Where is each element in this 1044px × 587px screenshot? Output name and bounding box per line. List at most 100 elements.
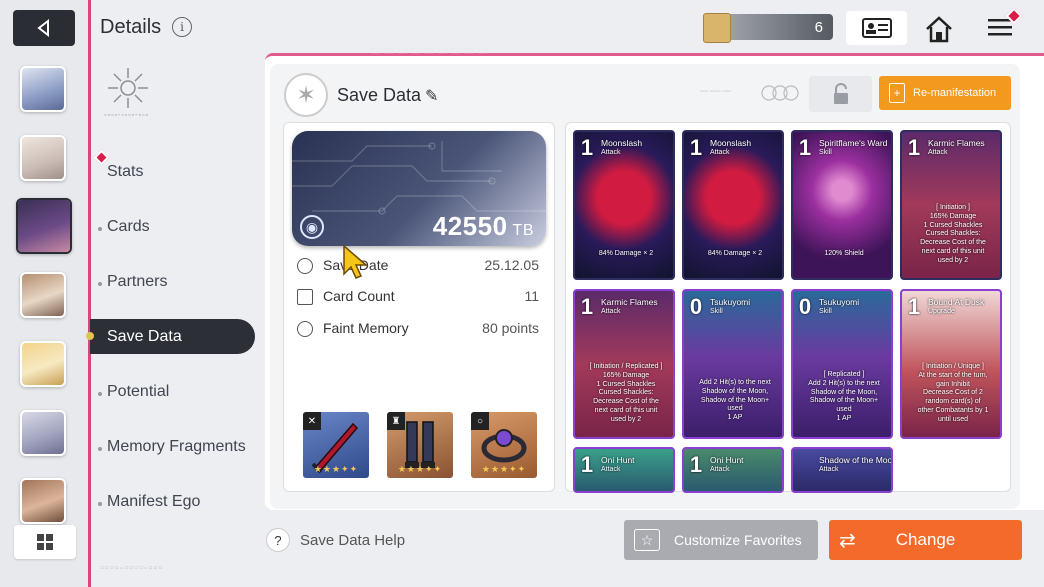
card-cost: 0	[689, 294, 703, 319]
star-badge-icon: ✶	[284, 73, 328, 117]
unlock-icon	[833, 83, 848, 104]
panel-deco-icon: ▭▭▭▭▭▭▭▭▭	[370, 43, 491, 57]
currency-value: 6	[814, 19, 823, 36]
grid-icon	[37, 534, 53, 550]
profile-card-button[interactable]	[846, 11, 907, 45]
stat-value: 11	[524, 288, 539, 304]
character-portrait-6[interactable]	[20, 410, 66, 456]
customize-favorites-button[interactable]: ☆ Customize Favorites	[624, 520, 818, 560]
ring-slot-icon: ○	[471, 412, 489, 430]
ticket-icon	[703, 13, 731, 43]
swap-arrows-icon: ⇄	[839, 529, 856, 552]
card-cost: 1	[580, 135, 594, 160]
spiral-icon: ◉	[300, 215, 324, 239]
nav-item-save-data[interactable]: Save Data	[107, 328, 182, 346]
remanifestation-button[interactable]: + Re-manifestation	[879, 76, 1011, 110]
card-type: Attack	[710, 149, 730, 156]
equipment-armor[interactable]: ♜ ★★★✦✦	[387, 412, 453, 478]
weapon-slot-icon: ✕	[303, 412, 321, 430]
character-portrait-7[interactable]	[20, 478, 66, 524]
card-desc: [ Replicated ] Add 2 Hit(s) to the next …	[808, 371, 880, 422]
nav-bullet-icon	[98, 392, 102, 396]
card-item[interactable]: 1 Oni Hunt Attack	[682, 447, 784, 493]
stat-row-faint-memory: Faint Memory 80 points	[297, 319, 542, 341]
card-cost: 0	[798, 294, 812, 319]
card-cost: 1	[689, 452, 703, 477]
change-button[interactable]: ⇄ Change	[829, 520, 1022, 560]
remanifestation-label: Re-manifestation	[913, 87, 997, 99]
emblem-icon	[104, 64, 152, 114]
edit-pencil-icon[interactable]: ✎	[425, 86, 438, 106]
equipment-ring[interactable]: ○ ★★★✦✦	[471, 412, 537, 478]
card-name: Oni Hunt	[710, 455, 744, 465]
card-item[interactable]: 1 Karmic Flames Attack [ Initiation ] 16…	[900, 130, 1002, 280]
nav-bullet-icon	[98, 447, 102, 451]
character-portrait-1[interactable]	[20, 66, 66, 112]
panel-title: Save Data	[337, 85, 422, 105]
nav-item-partners[interactable]: Partners	[107, 273, 167, 291]
nav-item-cards[interactable]: Cards	[107, 218, 150, 236]
stat-value: 25.12.05	[484, 257, 540, 273]
stat-row-card-count: Card Count 11	[297, 287, 542, 309]
card-item[interactable]: 1 Bound At Dusk Upgrade [ Initiation / U…	[900, 289, 1002, 439]
mouse-cursor-icon	[343, 244, 369, 279]
card-name: Karmic Flames	[601, 297, 658, 307]
card-type: Upgrade	[928, 308, 955, 315]
card-item[interactable]: 1 Moonslash Attack 84% Damage × 2	[682, 130, 784, 280]
card-type: Attack	[601, 466, 621, 473]
nav-bullet-icon	[98, 227, 102, 231]
card-name: Moonslash	[710, 138, 752, 148]
active-marker-icon	[86, 332, 94, 340]
card-item[interactable]: 1 Karmic Flames Attack [ Initiation / Re…	[573, 289, 675, 439]
grid-view-button[interactable]	[14, 525, 76, 559]
card-item[interactable]: 1 Spiritflame's Ward Skill 120% Shield	[791, 130, 893, 280]
nav-item-potential[interactable]: Potential	[107, 383, 169, 401]
stat-value: 80 points	[482, 320, 539, 336]
home-button[interactable]	[920, 12, 958, 46]
card-desc: 84% Damage × 2	[707, 250, 763, 257]
brain-icon	[297, 321, 313, 337]
change-label: Change	[895, 530, 956, 549]
equipment-weapon[interactable]: ✕ ★★★✦✦	[303, 412, 369, 478]
nav-item-memory-fragments[interactable]: Memory Fragments	[107, 438, 246, 456]
help-icon[interactable]: ?	[266, 528, 290, 552]
page-title: Details	[100, 16, 162, 38]
armor-slot-icon: ♜	[387, 412, 405, 430]
card-icon	[297, 289, 313, 305]
rail-divider	[88, 0, 91, 587]
card-cost: 1	[580, 452, 594, 477]
card-item[interactable]: 1 Oni Hunt Attack	[573, 447, 675, 493]
help-label[interactable]: Save Data Help	[300, 532, 405, 549]
tb-value: 42550	[432, 211, 508, 241]
card-type: Attack	[928, 149, 948, 156]
card-name: Tsukuyomi	[710, 297, 751, 307]
card-name: Bound At Dusk	[928, 297, 985, 307]
card-type: Attack	[710, 466, 730, 473]
lock-button[interactable]	[809, 76, 872, 112]
nav-bullet-icon	[98, 282, 102, 286]
info-icon[interactable]: i	[172, 17, 192, 37]
card-name: Tsukuyomi	[819, 297, 860, 307]
nav-item-manifest-ego[interactable]: Manifest Ego	[107, 493, 200, 511]
panel-deco-code-icon: ▫▫▫▫ ▫▫▫▫▫ ▫▫▫▫	[700, 89, 731, 95]
id-card-icon	[861, 18, 892, 38]
card-name: Oni Hunt	[601, 455, 635, 465]
clock-icon	[297, 258, 313, 274]
nav-item-stats[interactable]: Stats	[107, 163, 143, 181]
character-portrait-2[interactable]	[20, 135, 66, 181]
card-type: Skill	[710, 308, 723, 315]
card-type: Skill	[819, 308, 832, 315]
stat-label: Faint Memory	[323, 320, 409, 336]
card-item[interactable]: 0 Tsukuyomi Skill [ Replicated ] Add 2 H…	[791, 289, 893, 439]
card-cost: 1	[798, 135, 812, 160]
card-item[interactable]: 1 Moonslash Attack 84% Damage × 2	[573, 130, 675, 280]
card-item[interactable]: Shadow of the Moon Attack	[791, 447, 893, 493]
character-portrait-5[interactable]	[20, 341, 66, 387]
card-item[interactable]: 0 Tsukuyomi Skill Add 2 Hit(s) to the ne…	[682, 289, 784, 439]
character-portrait-4[interactable]	[20, 272, 66, 318]
card-cost: 1	[580, 294, 594, 319]
tb-unit: TB	[512, 222, 534, 239]
back-button[interactable]	[13, 10, 75, 46]
card-cost: 1	[907, 294, 921, 319]
character-portrait-selected[interactable]	[16, 198, 72, 254]
